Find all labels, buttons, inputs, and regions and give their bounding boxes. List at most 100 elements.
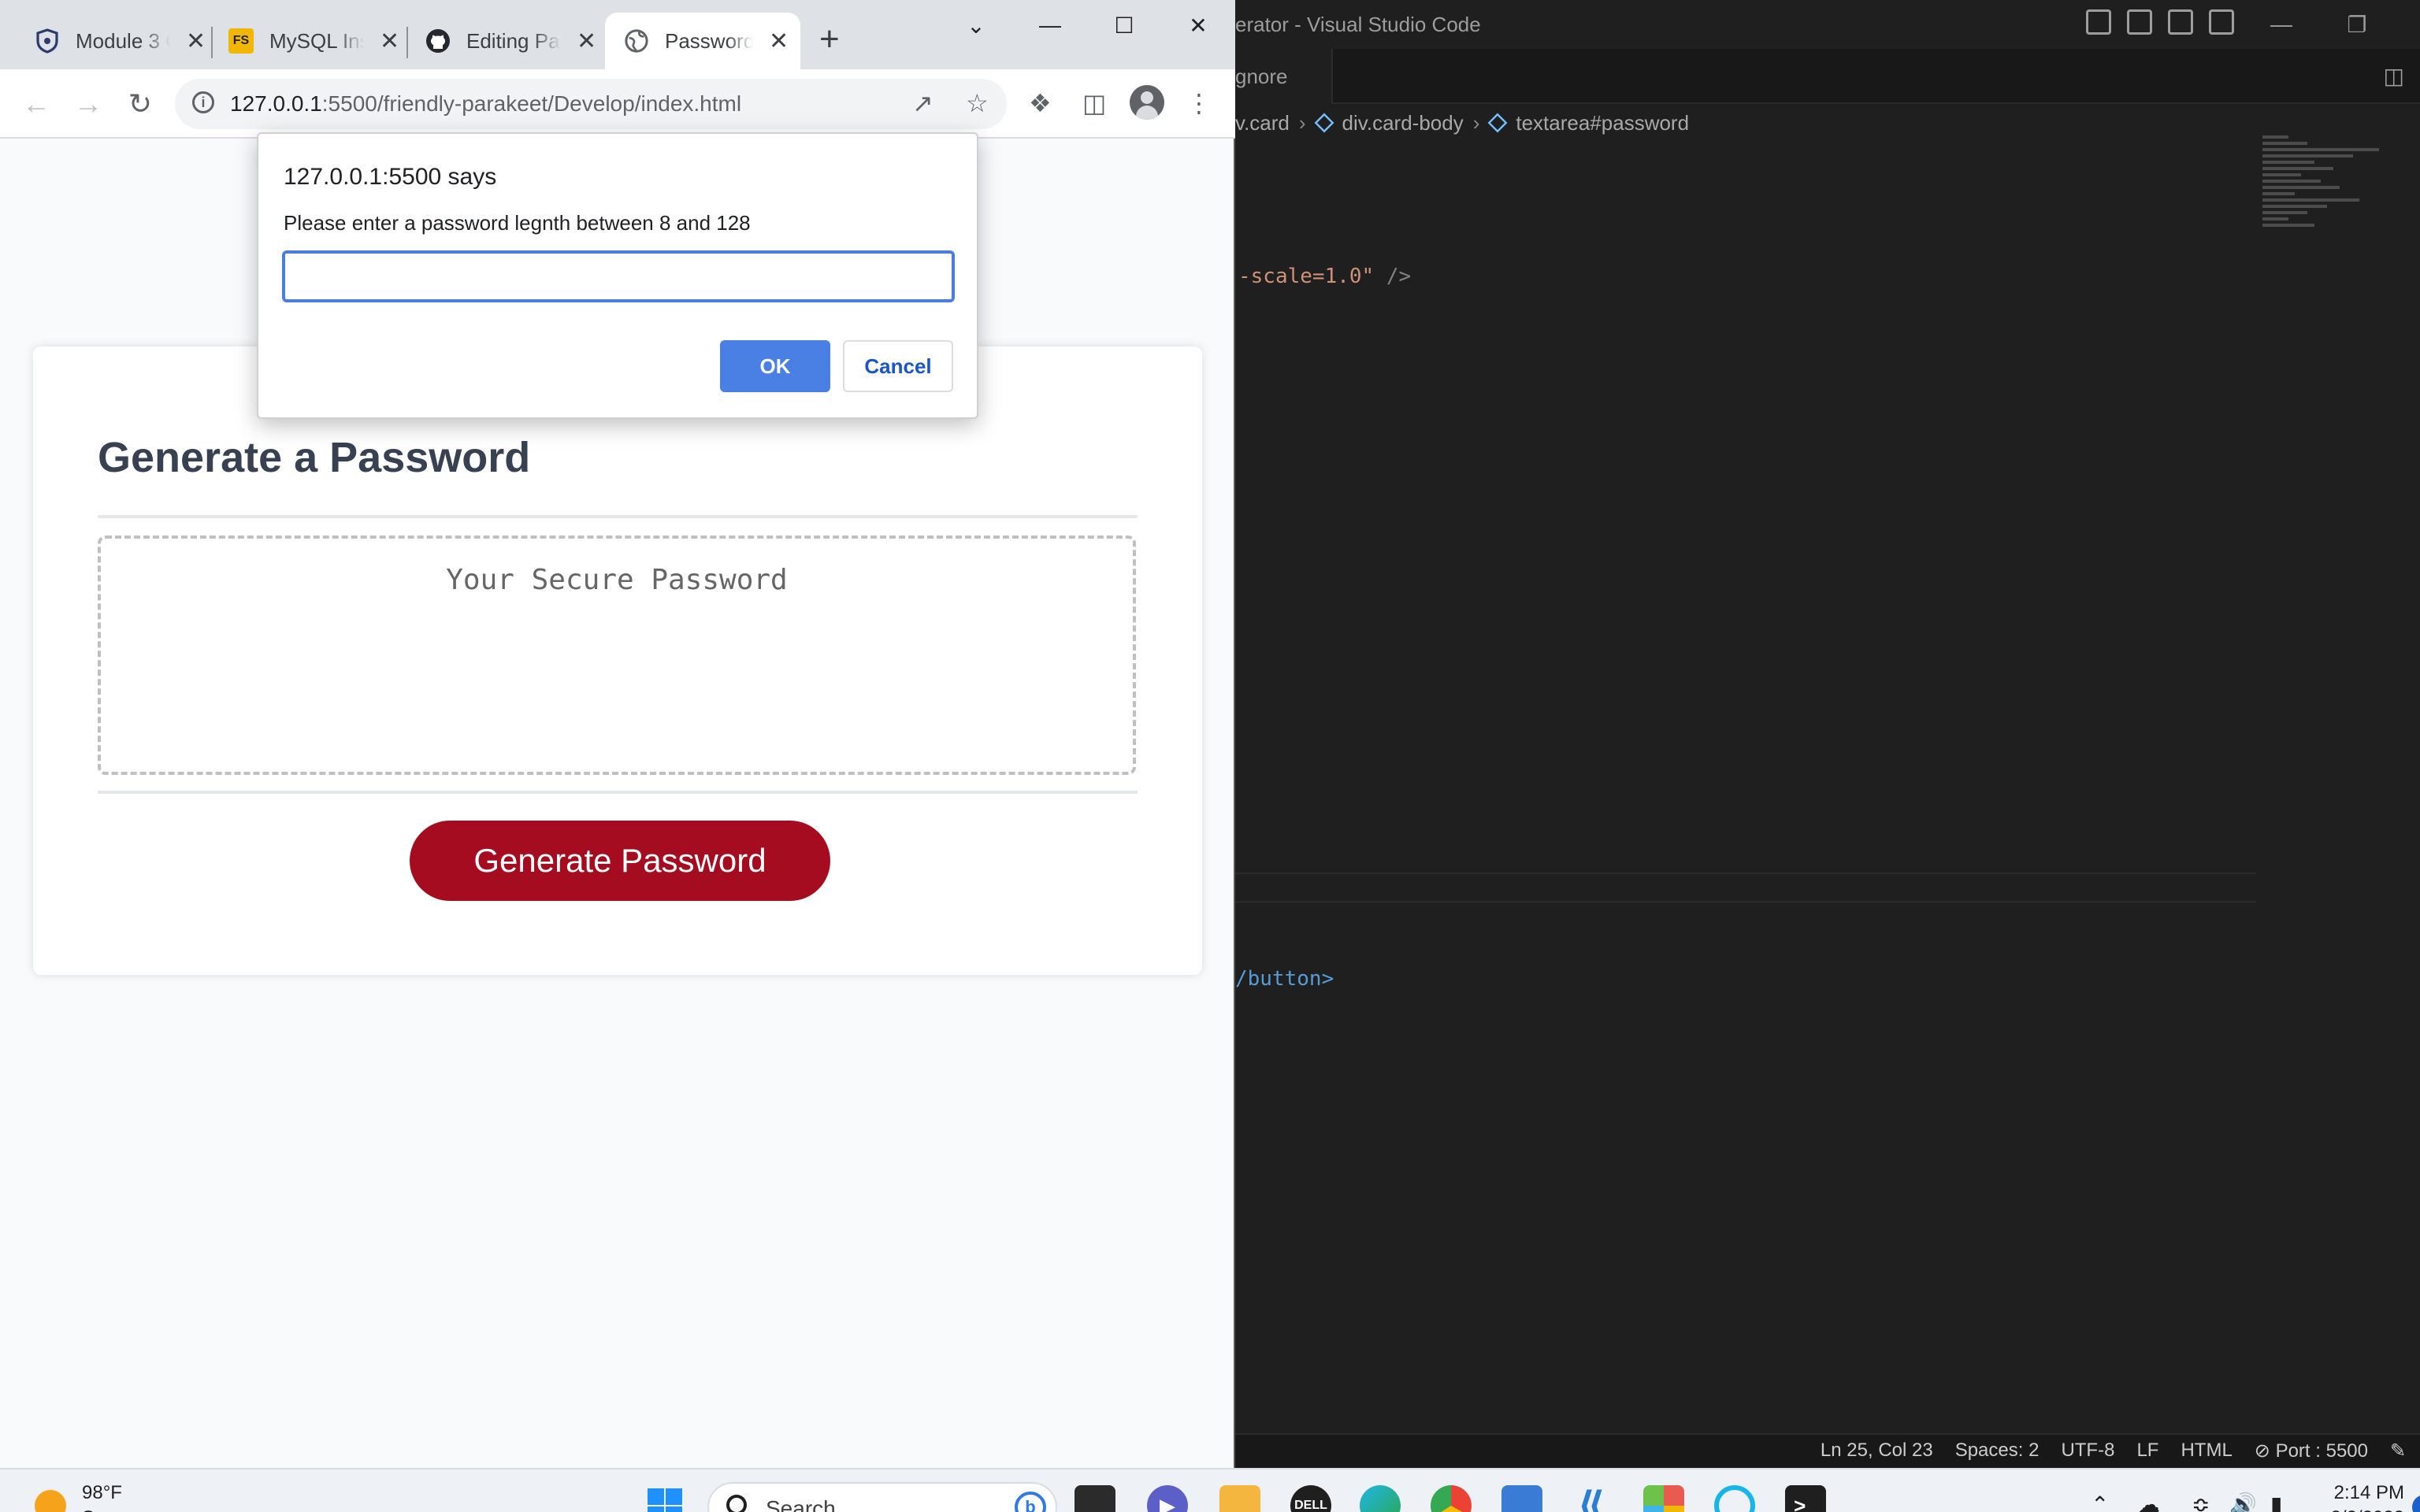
- clock-time: 2:14 PM: [2333, 1482, 2404, 1503]
- minimize-icon[interactable]: —: [2244, 0, 2319, 49]
- forward-icon[interactable]: →: [69, 85, 107, 123]
- breadcrumb-item[interactable]: div.card-body: [1342, 111, 1464, 135]
- browser-toolbar: ← → ↻ i 127.0.0.1:5500/friendly-parakeet…: [0, 69, 1235, 139]
- extensions-icon[interactable]: ❖: [1029, 88, 1052, 118]
- browser-tab[interactable]: Editing Pas ✕: [413, 13, 599, 69]
- notification-badge[interactable]: 1: [2412, 1495, 2420, 1512]
- layout-controls: [2086, 9, 2234, 35]
- generate-password-button[interactable]: Generate Password: [410, 821, 830, 901]
- cursor-position[interactable]: Ln 25, Col 23: [1821, 1440, 1933, 1462]
- language-mode[interactable]: HTML: [2181, 1440, 2232, 1462]
- fs-icon: FS: [228, 28, 254, 54]
- dell-icon[interactable]: DELL: [1290, 1485, 1331, 1512]
- close-icon[interactable]: ✕: [577, 28, 596, 55]
- ok-button[interactable]: OK: [720, 340, 830, 392]
- split-editor-icon[interactable]: ◫: [2384, 63, 2404, 89]
- app-icon[interactable]: [1643, 1485, 1684, 1512]
- info-icon[interactable]: i: [192, 91, 214, 113]
- url-text[interactable]: 127.0.0.1:5500/friendly-parakeet/Develop…: [230, 91, 741, 117]
- code-line-meta[interactable]: -scale=1.0" />: [1238, 265, 1411, 288]
- close-icon[interactable]: ✕: [186, 28, 206, 55]
- cortana-icon[interactable]: [1714, 1485, 1755, 1512]
- wifi-icon[interactable]: ≎: [2192, 1492, 2210, 1512]
- onedrive-icon[interactable]: ☁: [2138, 1492, 2160, 1512]
- taskbar-search[interactable]: Search b: [707, 1482, 1057, 1512]
- password-placeholder: Your Secure Password: [446, 564, 788, 596]
- close-icon[interactable]: ✕: [769, 28, 789, 55]
- menu-icon[interactable]: ⋮: [1186, 88, 1212, 118]
- restore-icon[interactable]: ❐: [2319, 0, 2395, 49]
- element-icon: [1314, 113, 1334, 133]
- minimize-icon[interactable]: —: [1013, 0, 1087, 50]
- address-bar[interactable]: i 127.0.0.1:5500/friendly-parakeet/Devel…: [175, 79, 1007, 129]
- tab-separator: [211, 27, 213, 58]
- encoding[interactable]: UTF-8: [2061, 1440, 2114, 1462]
- tab-search-icon[interactable]: ⌄: [939, 0, 1013, 50]
- reload-icon[interactable]: ↻: [121, 85, 159, 123]
- toggle-panel-icon[interactable]: [2127, 9, 2152, 35]
- temperature: 98°F: [82, 1482, 122, 1503]
- side-panel-icon[interactable]: ◫: [1082, 88, 1106, 118]
- divider: [1235, 901, 2256, 902]
- browser-tab[interactable]: FS MySQL Insta ✕: [216, 13, 402, 69]
- chrome-icon[interactable]: [1431, 1485, 1472, 1512]
- bing-icon[interactable]: b: [1015, 1492, 1046, 1512]
- close-icon[interactable]: ✕: [1161, 0, 1235, 50]
- cancel-button[interactable]: Cancel: [843, 340, 953, 392]
- shield-icon: [35, 28, 60, 54]
- status-items: Ln 25, Col 23 Spaces: 2 UTF-8 LF HTML ⊘ …: [1821, 1440, 2420, 1462]
- tab-label: MySQL Insta: [269, 28, 364, 53]
- volume-icon[interactable]: 🔊: [2229, 1492, 2257, 1512]
- teams-icon[interactable]: ▶: [1147, 1485, 1188, 1512]
- back-icon[interactable]: ←: [17, 85, 55, 123]
- toggle-secondary-sidebar-icon[interactable]: [2168, 9, 2193, 35]
- chevron-up-icon[interactable]: ⌃: [2091, 1492, 2109, 1512]
- weather-widget[interactable]: 98°F Sunny: [35, 1480, 135, 1512]
- terminal-icon[interactable]: >_: [1785, 1485, 1826, 1512]
- share-icon[interactable]: ↗: [912, 88, 933, 118]
- status-bar: Ln 25, Col 23 Spaces: 2 UTF-8 LF HTML ⊘ …: [1235, 1433, 2420, 1468]
- minimap[interactable]: [2262, 135, 2392, 255]
- password-textarea[interactable]: Your Secure Password: [98, 536, 1136, 775]
- vscode-icon[interactable]: ⟪: [1571, 1485, 1612, 1512]
- prompt-input[interactable]: [282, 250, 955, 302]
- toggle-primary-sidebar-icon[interactable]: [2086, 9, 2111, 35]
- customize-layout-icon[interactable]: [2209, 9, 2234, 35]
- chrome-window: Module 3 C ✕ FS MySQL Insta ✕ Editing Pa…: [0, 0, 1235, 1468]
- end-of-line[interactable]: LF: [2136, 1440, 2158, 1462]
- profile-avatar[interactable]: [1130, 85, 1164, 120]
- chevron-right-icon: ›: [1298, 110, 1306, 135]
- close-icon[interactable]: ✕: [2395, 0, 2420, 49]
- sun-icon: [35, 1490, 66, 1512]
- browser-tab[interactable]: Module 3 C ✕: [22, 13, 208, 69]
- breadcrumb-item[interactable]: textarea#password: [1516, 111, 1689, 135]
- star-icon[interactable]: ☆: [966, 88, 989, 118]
- system-clock[interactable]: 2:14 PM 8/2/2023: [2303, 1480, 2404, 1512]
- notepad-icon[interactable]: [1501, 1485, 1542, 1512]
- tab-label: Password G: [665, 28, 753, 53]
- task-view-icon[interactable]: [1075, 1485, 1115, 1512]
- close-icon[interactable]: ✕: [380, 28, 399, 55]
- file-explorer-icon[interactable]: [1219, 1485, 1260, 1512]
- feedback-icon[interactable]: ✎: [2390, 1440, 2406, 1462]
- browser-tab-active[interactable]: Password G ✕: [605, 13, 800, 69]
- indentation[interactable]: Spaces: 2: [1955, 1440, 2040, 1462]
- new-tab-icon[interactable]: +: [819, 22, 840, 57]
- maximize-icon[interactable]: ☐: [1087, 0, 1161, 50]
- breadcrumb-item[interactable]: v.card: [1235, 111, 1290, 135]
- clock-date: 8/2/2023: [2303, 1506, 2404, 1512]
- editor-tab[interactable]: gnore: [1235, 49, 1333, 104]
- github-icon: [425, 28, 451, 54]
- code-line-button[interactable]: /button>: [1235, 967, 1334, 991]
- live-server-port[interactable]: ⊘ Port : 5500: [2255, 1440, 2368, 1462]
- editor-tabs: gnore ◫ ⋯: [1235, 49, 2420, 104]
- password-card: Generate a Password Your Secure Password…: [33, 346, 1202, 975]
- windows-start-icon[interactable]: [644, 1485, 685, 1512]
- element-icon: [1487, 113, 1508, 133]
- page-title: Generate a Password: [98, 434, 531, 481]
- tab-label: Module 3 C: [76, 28, 170, 53]
- chrome-window-controls: ⌄ — ☐ ✕: [939, 0, 1235, 50]
- battery-icon[interactable]: ▮: [2270, 1492, 2282, 1512]
- divider: [98, 791, 1138, 794]
- edge-icon[interactable]: [1360, 1485, 1401, 1512]
